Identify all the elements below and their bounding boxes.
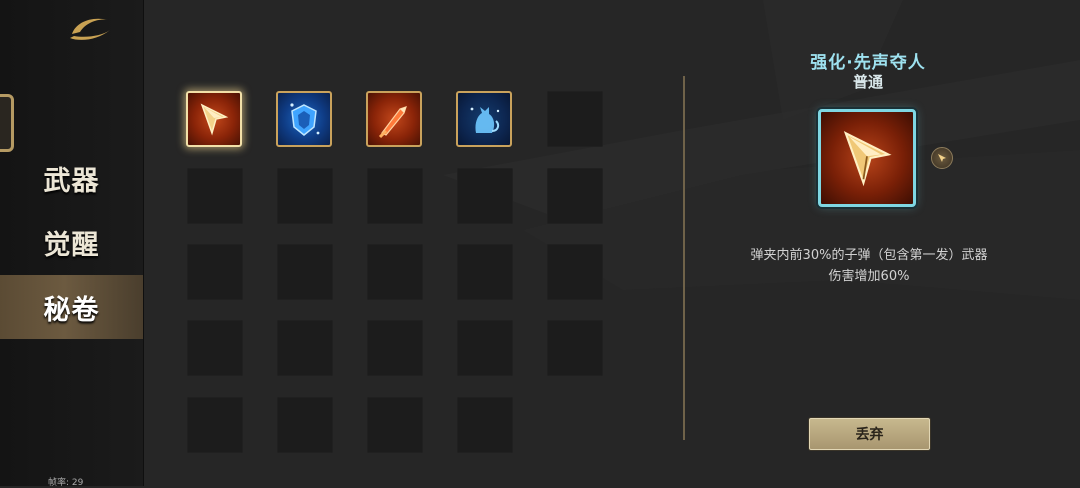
empty-slot[interactable] (277, 168, 333, 224)
arrow-tip-icon (843, 131, 892, 187)
item-source-icon[interactable] (931, 147, 953, 169)
shield-sparkle-icon (290, 103, 320, 136)
empty-slot[interactable] (547, 168, 603, 224)
nav-awaken[interactable]: 觉醒 (0, 210, 143, 274)
arrow-tip-icon (938, 154, 946, 162)
empty-slot[interactable] (547, 244, 603, 300)
empty-slot[interactable] (457, 168, 513, 224)
item-preview (818, 109, 916, 207)
description-line-1: 弹夹内前30%的子弹（包含第一发）武器 (750, 248, 988, 263)
empty-slot[interactable] (547, 91, 603, 147)
empty-slot[interactable] (187, 244, 243, 300)
inventory-item-1[interactable] (186, 91, 242, 147)
empty-slot[interactable] (277, 244, 333, 300)
inventory-item-2[interactable] (276, 91, 332, 147)
inventory-item-4[interactable] (456, 91, 512, 147)
empty-slot[interactable] (367, 168, 423, 224)
empty-slot[interactable] (367, 397, 423, 453)
empty-slot[interactable] (277, 320, 333, 376)
sidebar: 武器 觉醒 秘卷 帧率: 29 (0, 0, 144, 488)
game-logo-icon (70, 18, 110, 40)
collapse-tab-icon[interactable] (0, 94, 14, 152)
arrow-tip-icon (200, 103, 229, 136)
flame-blade-icon (378, 106, 407, 139)
item-title: 强化·先声夺人 (810, 53, 926, 73)
empty-slot[interactable] (187, 168, 243, 224)
discard-button[interactable]: 丢弃 (809, 418, 930, 450)
panel-divider (683, 76, 685, 440)
empty-slot[interactable] (187, 397, 243, 453)
description-line-2: 伤害增加60% (828, 269, 910, 284)
fps-counter: 帧率: 29 (48, 478, 84, 488)
item-description: 弹夹内前30%的子弹（包含第一发）武器 伤害增加60% (700, 245, 1038, 287)
nav-scrolls[interactable]: 秘卷 (0, 275, 143, 339)
nav-weapons[interactable]: 武器 (0, 146, 143, 210)
empty-slot[interactable] (547, 320, 603, 376)
nav-scrolls-label: 秘卷 (43, 294, 100, 326)
empty-slot[interactable] (457, 320, 513, 376)
inventory-item-3[interactable] (366, 91, 422, 147)
empty-slot[interactable] (457, 244, 513, 300)
spirit-cat-icon (470, 107, 500, 133)
item-rarity: 普通 (852, 73, 883, 91)
empty-slot[interactable] (277, 397, 333, 453)
empty-slot[interactable] (457, 397, 513, 453)
nav-weapons-label: 武器 (43, 165, 100, 197)
nav-awaken-label: 觉醒 (43, 229, 100, 261)
empty-slot[interactable] (367, 320, 423, 376)
empty-slot[interactable] (367, 244, 423, 300)
empty-slot[interactable] (187, 320, 243, 376)
